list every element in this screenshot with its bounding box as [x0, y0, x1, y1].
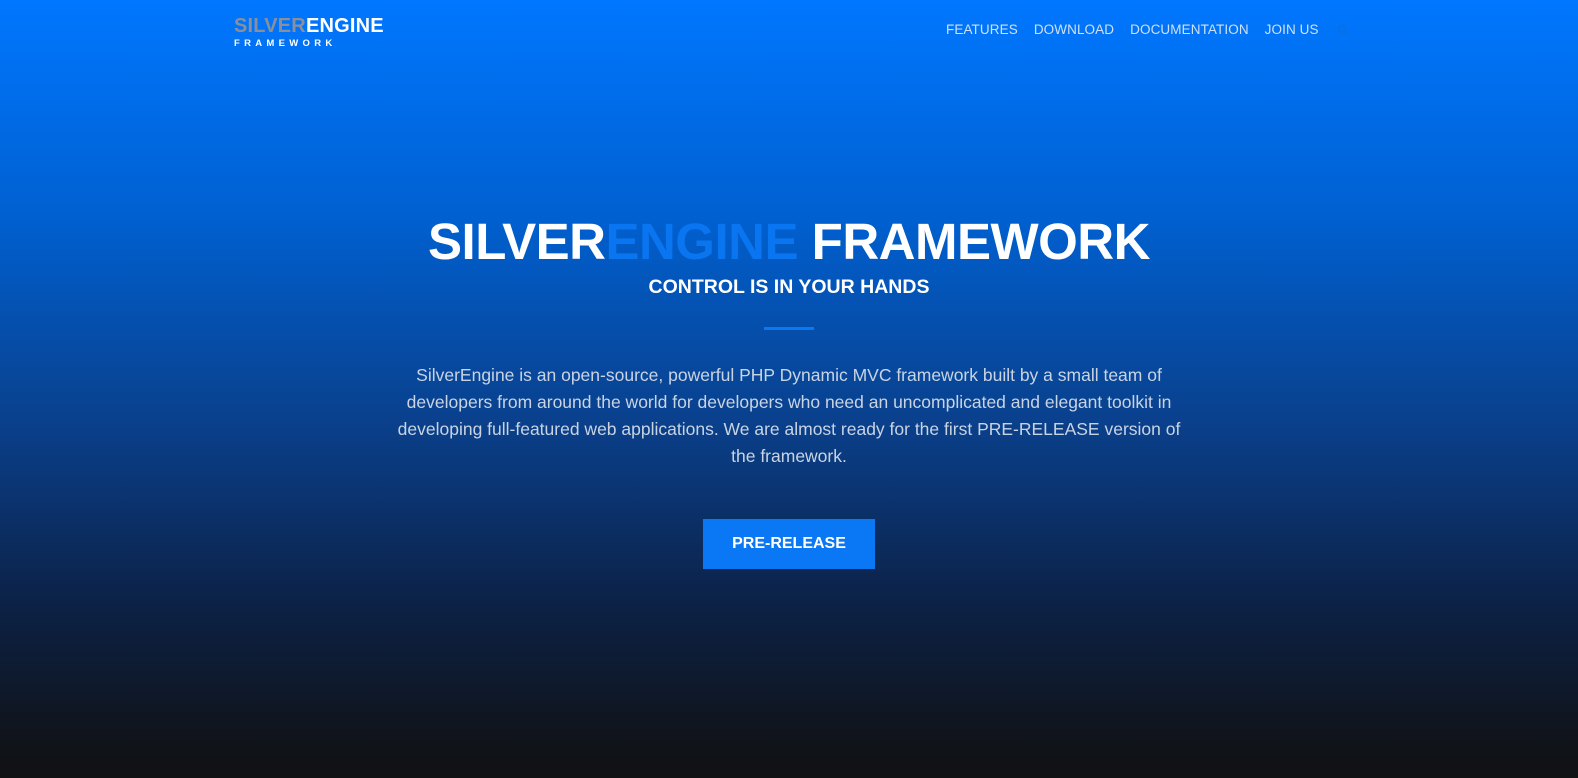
hero-subtitle: CONTROL IS IN YOUR HANDS	[648, 276, 930, 298]
logo-wordmark: SILVERENGINE	[234, 15, 384, 37]
nav-link-documentation[interactable]: DOCUMENTATION	[1130, 22, 1249, 38]
nav-link-join-us[interactable]: JOIN US	[1265, 22, 1319, 38]
logo-engine-text: ENGINE	[305, 15, 384, 37]
hero-section: SILVERENGINE FRAMEWORK CONTROL IS IN YOU…	[0, 212, 1578, 569]
logo-silver-text: SILVER	[234, 15, 306, 37]
hero-title-framework: FRAMEWORK	[811, 213, 1151, 270]
hero-title-silver: SILVER	[428, 213, 606, 270]
logo-subtitle: FRAMEWORK	[234, 38, 337, 49]
nav-link-download[interactable]: DOWNLOAD	[1034, 22, 1114, 38]
pre-release-button[interactable]: PRE-RELEASE	[703, 519, 875, 569]
navbar: SILVERENGINE FRAMEWORK FEATURES DOWNLOAD…	[0, 0, 1578, 60]
search-icon[interactable]	[1337, 24, 1349, 36]
hero-title-engine: ENGINE	[605, 213, 798, 270]
main-nav: FEATURES DOWNLOAD DOCUMENTATION JOIN US	[946, 22, 1349, 38]
nav-link-features[interactable]: FEATURES	[946, 22, 1018, 38]
logo[interactable]: SILVERENGINE FRAMEWORK	[234, 15, 384, 50]
hero-description: SilverEngine is an open-source, powerful…	[397, 365, 1181, 466]
hero-divider	[764, 327, 814, 330]
hero-title: SILVERENGINE FRAMEWORK	[0, 212, 1578, 272]
